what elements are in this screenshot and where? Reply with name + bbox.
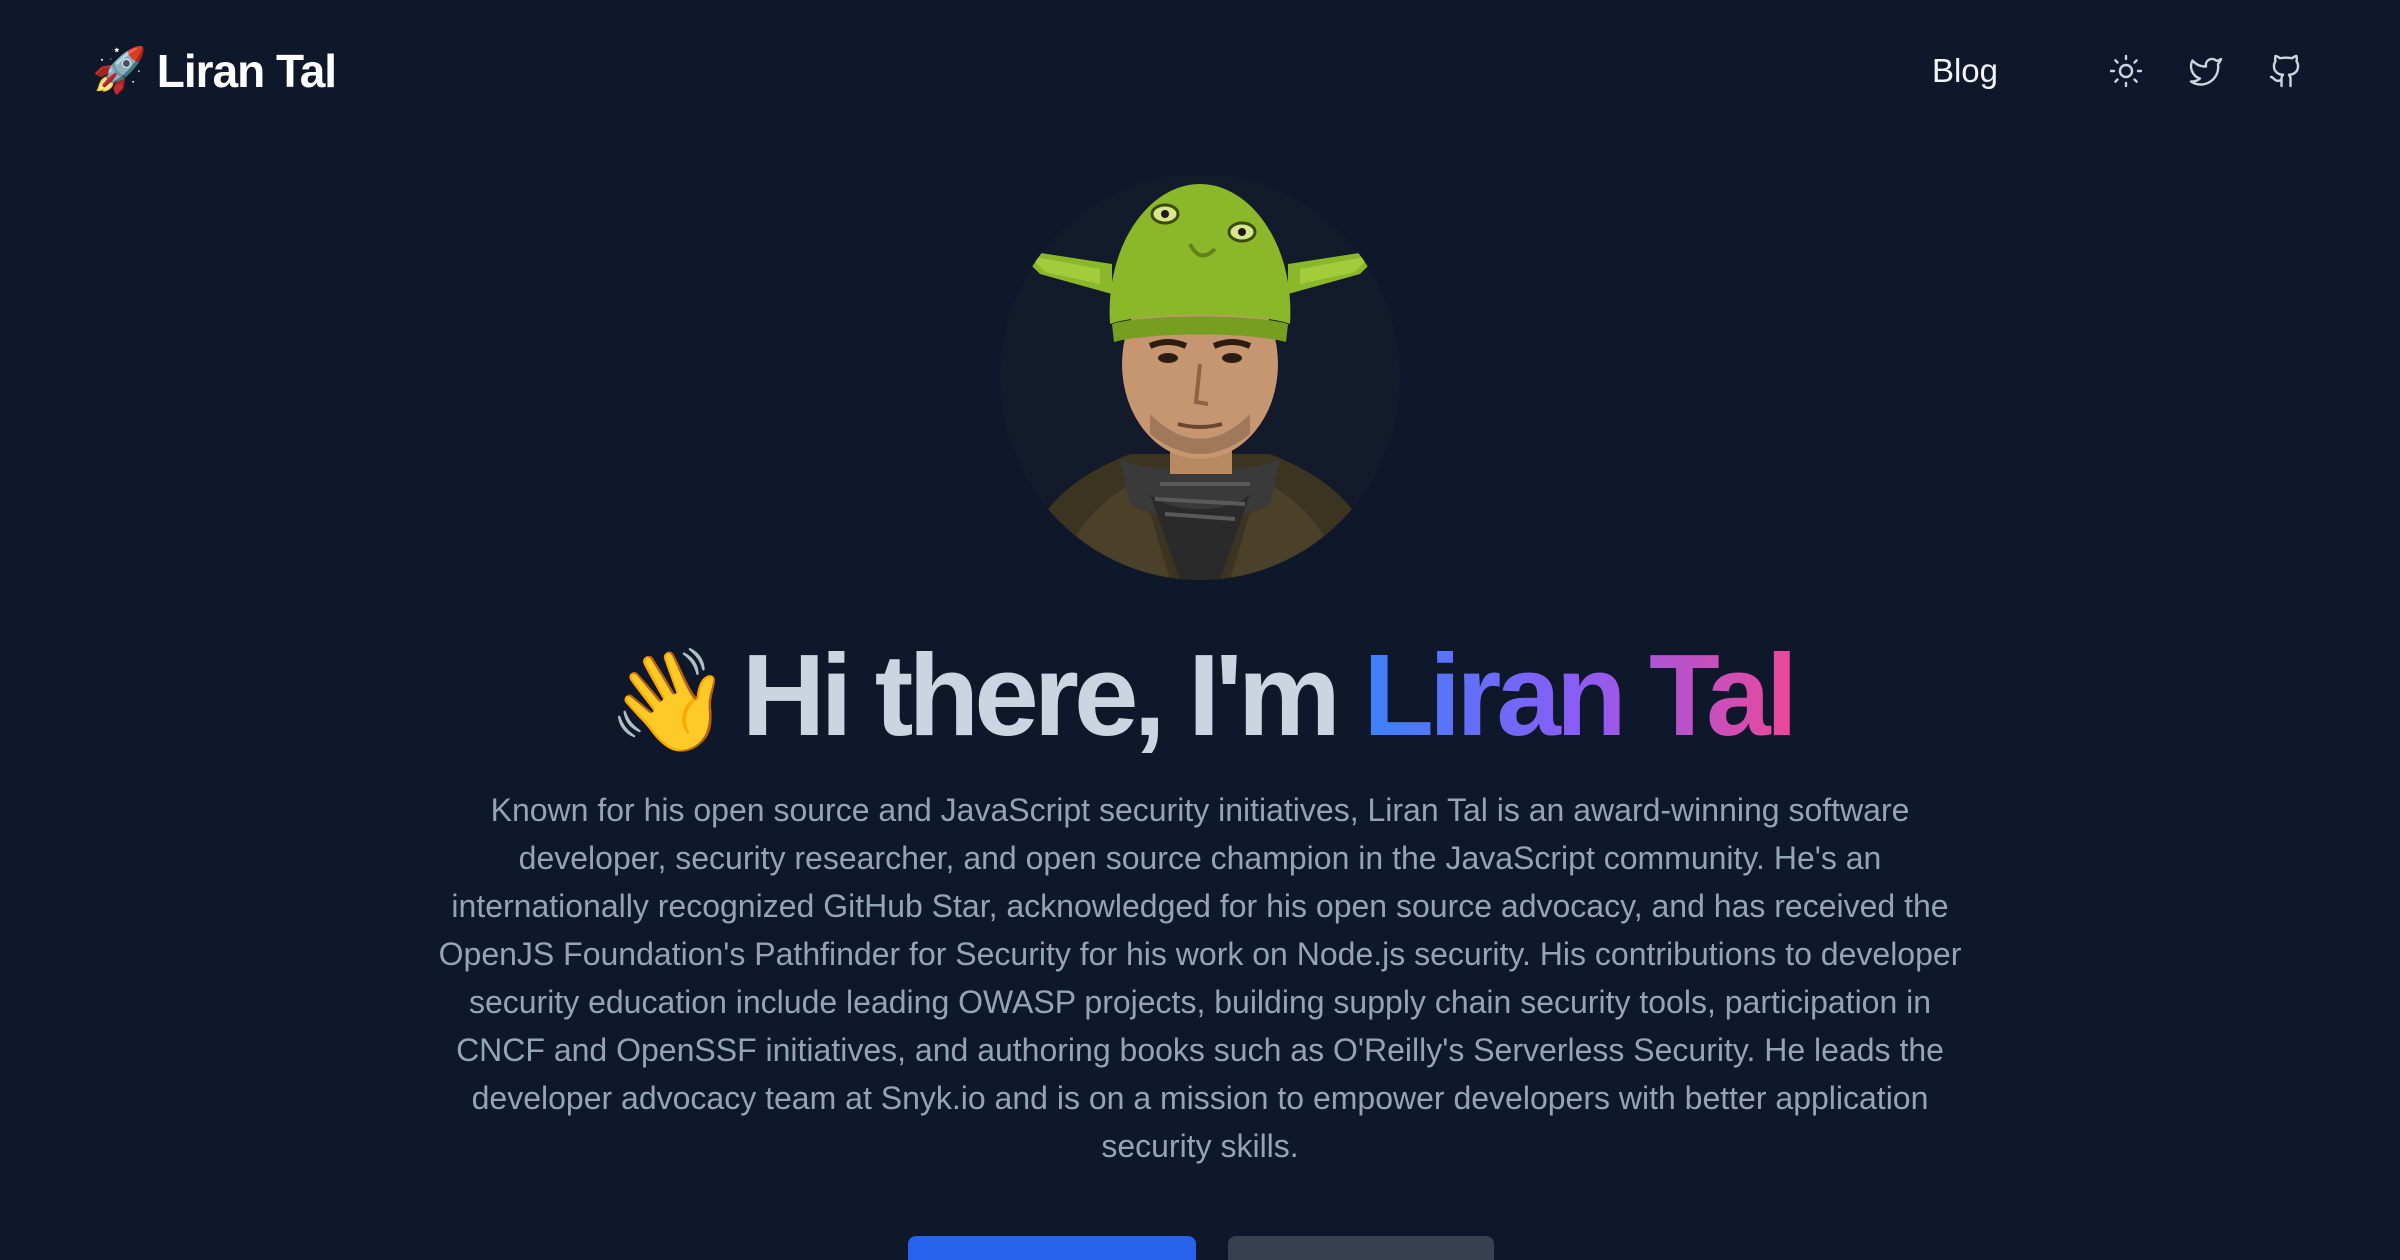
nav-blog-link[interactable]: Blog (1932, 52, 1998, 90)
primary-cta-button[interactable] (908, 1236, 1196, 1260)
page: 🚀 Liran Tal Blog 👋Hi there, I'm Liran Ta… (0, 0, 2400, 1260)
brand-link[interactable]: 🚀 Liran Tal (92, 44, 337, 98)
waving-hand-icon: 👋 (607, 642, 732, 759)
main-nav: Blog (1932, 49, 2308, 93)
headline-greeting: Hi there, I'm (741, 630, 1341, 760)
github-link[interactable] (2264, 49, 2308, 93)
theme-toggle-button[interactable] (2104, 49, 2148, 93)
github-icon (2269, 54, 2300, 88)
site-header: 🚀 Liran Tal Blog (0, 0, 2400, 142)
twitter-link[interactable] (2184, 49, 2228, 93)
avatar-illustration (1015, 184, 1385, 580)
headline-name: Liran Tal (1363, 630, 1798, 760)
rocket-icon: 🚀 (92, 45, 147, 96)
secondary-cta-button[interactable] (1228, 1236, 1494, 1260)
hero-headline: 👋Hi there, I'm Liran Tal (0, 630, 2400, 760)
twitter-icon (2189, 57, 2223, 86)
avatar (1000, 174, 1400, 580)
sun-icon (2109, 54, 2143, 88)
bio-paragraph: Known for his open source and JavaScript… (438, 792, 1962, 1164)
brand-name: Liran Tal (156, 45, 337, 97)
